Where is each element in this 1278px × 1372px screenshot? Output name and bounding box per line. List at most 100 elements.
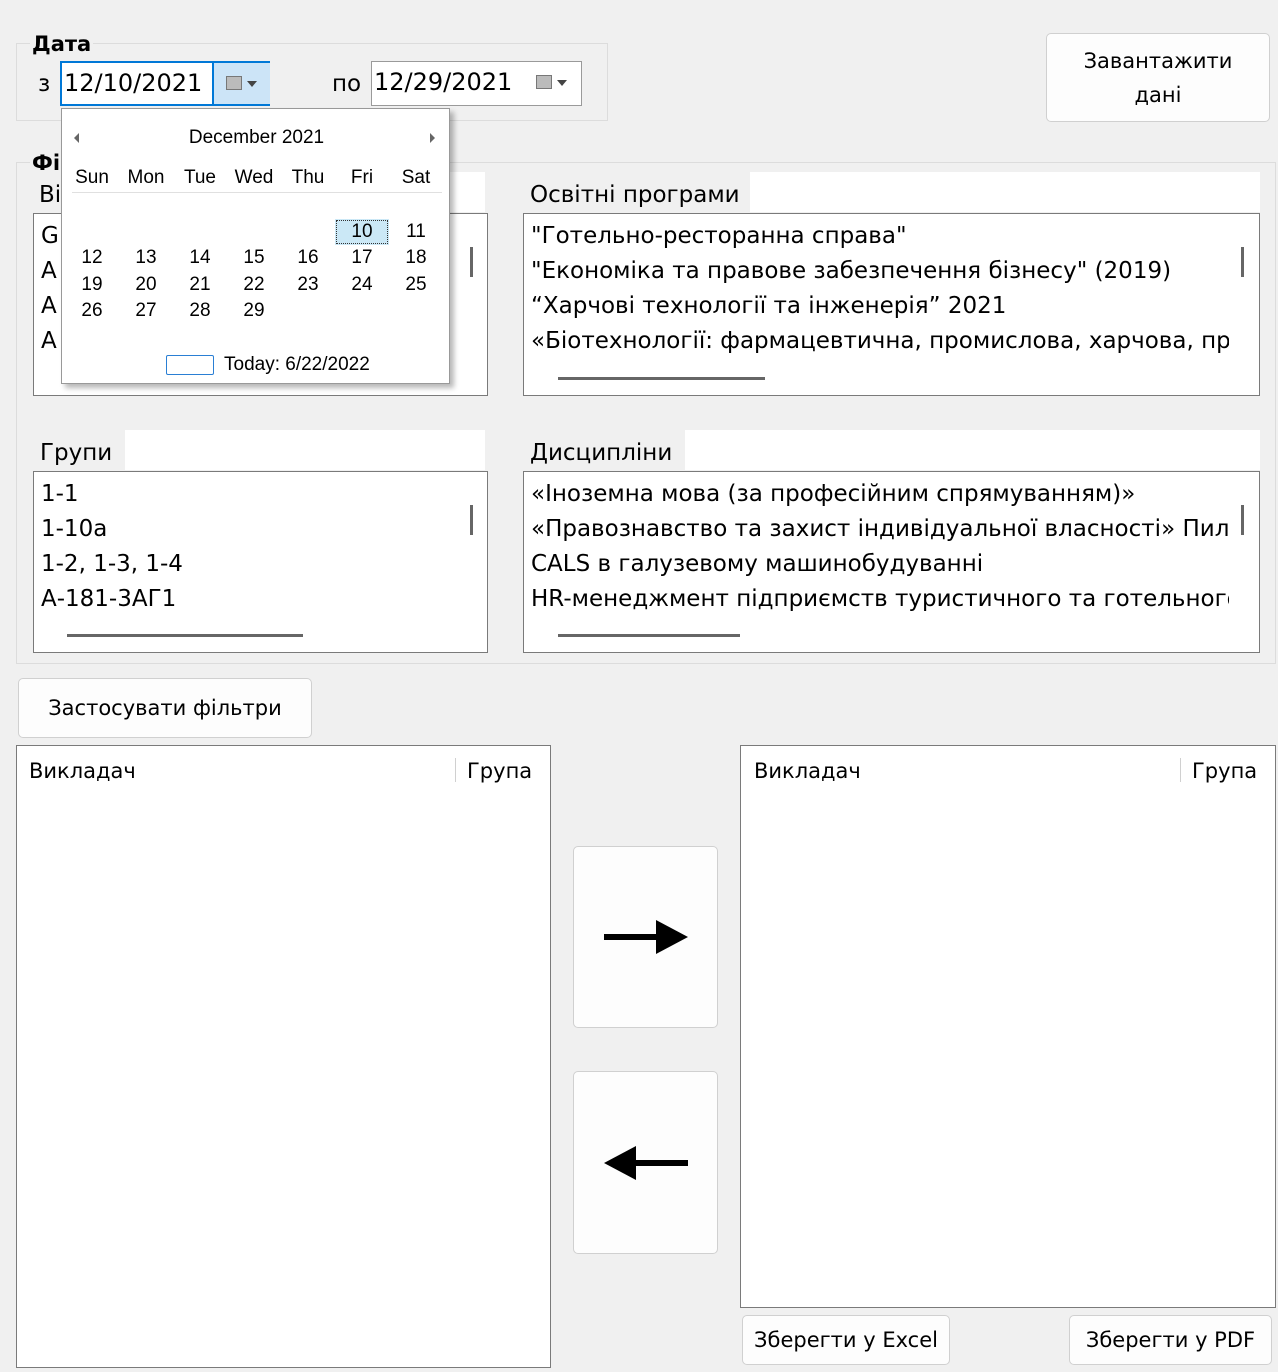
calendar-day[interactable]: 21 <box>173 272 227 298</box>
list-item[interactable]: A <box>34 324 59 359</box>
list-item[interactable]: «Біотехнології: фармацевтична, промислов… <box>524 324 1231 359</box>
list-item[interactable]: A <box>34 289 59 324</box>
weekday-label: Thu <box>291 167 325 188</box>
calendar-day[interactable] <box>65 219 119 245</box>
calendar-day[interactable] <box>173 219 227 245</box>
programs-horizontal-scrollbar[interactable] <box>558 377 765 380</box>
left-grid[interactable]: Викладач Група <box>16 745 551 1368</box>
list-item[interactable]: «Правознавство та захист індивідуальної … <box>524 512 1241 547</box>
calendar-day[interactable]: 20 <box>119 272 173 298</box>
left-grid-header-teacher[interactable]: Викладач <box>29 746 136 796</box>
calendar-day[interactable]: 18 <box>389 245 443 271</box>
calendar-day[interactable]: 25 <box>389 272 443 298</box>
weekday-label: Sun <box>75 167 109 188</box>
calendar-day[interactable]: 11 <box>389 219 443 245</box>
date-from-label: з <box>38 71 51 97</box>
disciplines-label: Дисципліни <box>530 440 673 466</box>
programs-filter-input[interactable] <box>750 172 1260 212</box>
calendar-day[interactable] <box>389 298 443 324</box>
groups-horizontal-scrollbar[interactable] <box>67 634 303 637</box>
weekday-label: Sat <box>401 167 431 188</box>
calendar-day[interactable]: 24 <box>335 272 389 298</box>
calendar-day[interactable]: 26 <box>65 298 119 324</box>
list-item[interactable]: 1-1 <box>34 477 183 512</box>
date-from-dropdown-button[interactable] <box>212 63 270 104</box>
weekday-label: Fri <box>350 167 374 188</box>
list-item[interactable]: "Готельно-ресторанна справа" <box>524 219 1231 254</box>
list-item[interactable]: А-181-3АГ1 <box>34 582 183 617</box>
date-from-picker[interactable]: 12/10/2021 <box>60 61 270 106</box>
teachers-vertical-scrollbar[interactable] <box>470 247 473 277</box>
groups-vertical-scrollbar[interactable] <box>470 505 473 535</box>
calendar-weekday-row: Sun Mon Tue Wed Thu Fri Sat <box>65 165 443 191</box>
move-left-button[interactable] <box>573 1071 718 1254</box>
groups-filter-input[interactable] <box>125 430 485 470</box>
weekday-label: Mon <box>127 167 165 188</box>
calendar-month-title[interactable]: December 2021 <box>62 127 451 149</box>
calendar-week-row: 12 13 14 15 16 17 18 <box>65 245 443 271</box>
calendar-today-label[interactable]: Today: 6/22/2022 <box>224 354 370 376</box>
right-grid-column-divider[interactable] <box>1180 758 1181 782</box>
calendar-day[interactable]: 12 <box>65 245 119 271</box>
calendar-day[interactable]: 23 <box>281 272 335 298</box>
calendar-day-selected[interactable]: 10 <box>335 219 389 245</box>
calendar-day[interactable]: 15 <box>227 245 281 271</box>
calendar-day[interactable]: 16 <box>281 245 335 271</box>
move-right-button[interactable] <box>573 846 718 1028</box>
list-item[interactable]: «Іноземна мова (за професійним спрямуван… <box>524 477 1241 512</box>
calendar-day[interactable]: 13 <box>119 245 173 271</box>
calendar-popup: December 2021 Sun Mon Tue Wed Thu Fri Sa… <box>61 108 450 384</box>
save-excel-button[interactable]: Зберегти у Excel <box>742 1315 950 1365</box>
calendar-day[interactable]: 22 <box>227 272 281 298</box>
programs-list[interactable]: "Готельно-ресторанна справа" "Економіка … <box>523 213 1260 396</box>
calendar-day[interactable] <box>281 219 335 245</box>
left-grid-header-group[interactable]: Група <box>467 746 532 796</box>
calendar-day[interactable]: 19 <box>65 272 119 298</box>
right-grid-header-group[interactable]: Група <box>1192 746 1257 796</box>
list-item[interactable]: A <box>34 254 59 289</box>
date-from-value[interactable]: 12/10/2021 <box>62 63 202 103</box>
load-data-button[interactable]: Завантажити дані <box>1046 33 1270 122</box>
date-to-dropdown-button[interactable] <box>524 62 580 105</box>
calendar-today-marker[interactable] <box>166 355 214 375</box>
list-item[interactable]: 1-10а <box>34 512 183 547</box>
arrow-right-icon <box>603 920 688 954</box>
list-item[interactable]: "Економіка та правове забезпечення бізне… <box>524 254 1231 289</box>
disciplines-list[interactable]: «Іноземна мова (за професійним спрямуван… <box>523 471 1260 653</box>
right-grid-header-teacher[interactable]: Викладач <box>754 746 861 796</box>
calendar-day[interactable] <box>281 298 335 324</box>
date-to-picker[interactable]: 12/29/2021 <box>371 61 582 106</box>
calendar-day[interactable] <box>335 298 389 324</box>
list-item[interactable]: 1-2, 1-3, 1-4 <box>34 547 183 582</box>
groups-list[interactable]: 1-1 1-10а 1-2, 1-3, 1-4 А-181-3АГ1 <box>33 471 488 653</box>
disciplines-vertical-scrollbar[interactable] <box>1241 505 1244 535</box>
list-item[interactable]: “Харчові технології та інженерія” 2021 <box>524 289 1231 324</box>
left-grid-column-divider[interactable] <box>455 758 456 782</box>
calendar-day[interactable]: 17 <box>335 245 389 271</box>
list-item[interactable]: G <box>34 219 59 254</box>
date-to-value[interactable]: 12/29/2021 <box>372 62 512 102</box>
calendar-day[interactable]: 29 <box>227 298 281 324</box>
weekday-label: Wed <box>234 167 274 188</box>
save-pdf-button[interactable]: Зберегти у PDF <box>1069 1315 1272 1365</box>
disciplines-filter-input[interactable] <box>685 430 1260 470</box>
programs-vertical-scrollbar[interactable] <box>1241 247 1244 277</box>
calendar-day[interactable]: 27 <box>119 298 173 324</box>
list-item[interactable]: HR-менеджмент підприємств туристичного т… <box>524 582 1241 617</box>
calendar-day[interactable]: 28 <box>173 298 227 324</box>
groups-label: Групи <box>40 440 113 466</box>
arrow-left-icon <box>603 1145 688 1180</box>
disciplines-horizontal-scrollbar[interactable] <box>558 634 740 637</box>
calendar-week-row: 26 27 28 29 <box>65 298 443 324</box>
triangle-right-icon[interactable] <box>430 133 435 143</box>
calendar-day[interactable] <box>227 219 281 245</box>
teachers-label: Ві <box>39 182 62 208</box>
right-grid[interactable]: Викладач Група <box>740 745 1276 1308</box>
calendar-day[interactable] <box>119 219 173 245</box>
date-group-legend: Дата <box>30 32 94 56</box>
load-data-button-line2: дані <box>1134 82 1182 107</box>
apply-filters-button[interactable]: Застосувати фільтри <box>18 678 312 738</box>
date-to-label: по <box>332 71 362 97</box>
calendar-day[interactable]: 14 <box>173 245 227 271</box>
list-item[interactable]: CALS в галузевому машинобудуванні <box>524 547 1241 582</box>
